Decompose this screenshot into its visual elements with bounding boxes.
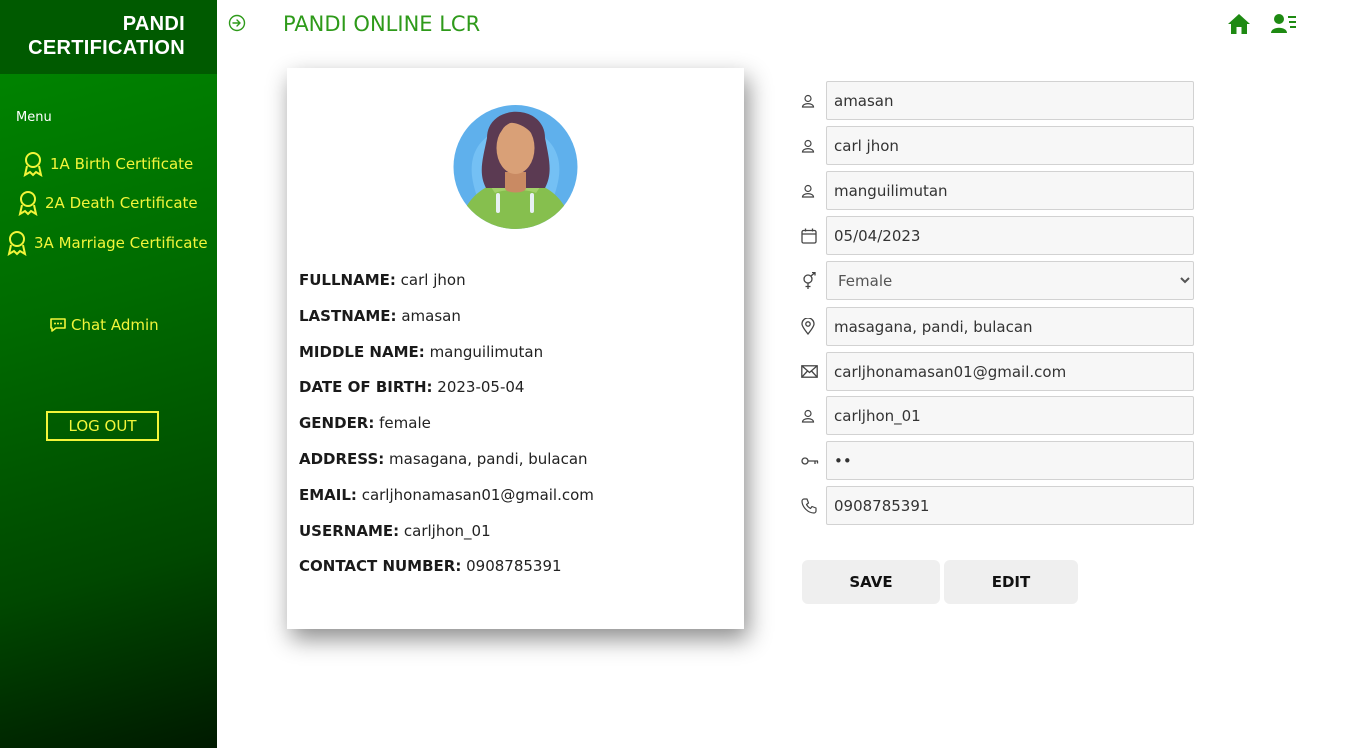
avatar (453, 105, 578, 229)
location-pin-icon (801, 318, 815, 335)
sidebar-item-death-certificate[interactable]: 2A Death Certificate (17, 190, 198, 216)
middlename-input[interactable] (826, 171, 1194, 210)
logout-button[interactable]: LOG OUT (46, 411, 159, 441)
detail-gender: GENDER: female (299, 414, 431, 433)
address-input[interactable] (826, 307, 1194, 346)
dob-input[interactable] (826, 216, 1194, 255)
detail-lastname: LASTNAME: amasan (299, 306, 461, 325)
firstname-row (801, 126, 1194, 165)
home-icon[interactable] (1227, 13, 1251, 35)
detail-middlename: MIDDLE NAME: manguilimutan (299, 342, 544, 361)
chat-icon (50, 318, 66, 332)
sidebar-item-label: 2A Death Certificate (45, 194, 198, 212)
detail-username: USERNAME: carljhon_01 (299, 521, 491, 540)
award-icon (18, 191, 38, 216)
profile-details: FULLNAME: carl jhon LASTNAME: amasan MID… (299, 269, 594, 591)
sidebar: PANDI CERTIFICATION Menu 1A Birth Certif… (0, 0, 217, 748)
contact-input[interactable] (826, 486, 1194, 525)
gender-select[interactable]: Female (826, 261, 1194, 300)
email-input[interactable] (826, 352, 1194, 391)
detail-email: EMAIL: carljhonamasan01@gmail.com (299, 485, 594, 504)
award-icon (7, 231, 27, 256)
arrow-right-circle-icon[interactable] (228, 14, 246, 32)
brand-header: PANDI CERTIFICATION (0, 0, 217, 74)
email-row (801, 352, 1194, 391)
chat-admin-label: Chat Admin (71, 316, 159, 334)
contact-row (801, 486, 1194, 525)
address-row (801, 307, 1194, 346)
sidebar-item-label: 1A Birth Certificate (50, 155, 194, 173)
page-title: PANDI ONLINE LCR (283, 12, 481, 36)
middlename-row (801, 171, 1194, 210)
calendar-icon (801, 228, 817, 244)
detail-fullname: FULLNAME: carl jhon (299, 271, 466, 289)
save-button[interactable]: SAVE (802, 560, 940, 604)
detail-dob: DATE OF BIRTH: 2023-05-04 (299, 378, 525, 397)
lastname-row (801, 81, 1194, 120)
user-icon (801, 184, 815, 198)
key-icon (801, 456, 819, 465)
username-row (801, 396, 1194, 435)
username-input[interactable] (826, 396, 1194, 435)
phone-icon (801, 497, 817, 514)
gender-row: Female (801, 261, 1194, 300)
envelope-icon (801, 365, 818, 378)
user-icon (801, 139, 815, 153)
user-icon (801, 409, 815, 423)
profile-card: FULLNAME: carl jhon LASTNAME: amasan MID… (287, 68, 744, 629)
menu-label: Menu (16, 110, 52, 125)
sidebar-item-birth-certificate[interactable]: 1A Birth Certificate (22, 151, 193, 177)
dob-row (801, 216, 1194, 255)
sidebar-item-label: 3A Marriage Certificate (34, 234, 208, 252)
password-input[interactable] (826, 441, 1194, 480)
detail-address: ADDRESS: masagana, pandi, bulacan (299, 449, 588, 468)
detail-contact: CONTACT NUMBER: 0908785391 (299, 557, 562, 576)
lastname-input[interactable] (826, 81, 1194, 120)
user-icon (801, 94, 815, 108)
gender-icon (803, 271, 816, 289)
user-profile-icon[interactable] (1271, 13, 1297, 35)
brand-title: PANDI CERTIFICATION (28, 13, 185, 59)
edit-button[interactable]: EDIT (944, 560, 1078, 604)
password-row (801, 441, 1194, 480)
firstname-input[interactable] (826, 126, 1194, 165)
chat-admin-link[interactable]: Chat Admin (49, 316, 159, 334)
sidebar-item-marriage-certificate[interactable]: 3A Marriage Certificate (6, 230, 208, 256)
award-icon (23, 152, 43, 177)
